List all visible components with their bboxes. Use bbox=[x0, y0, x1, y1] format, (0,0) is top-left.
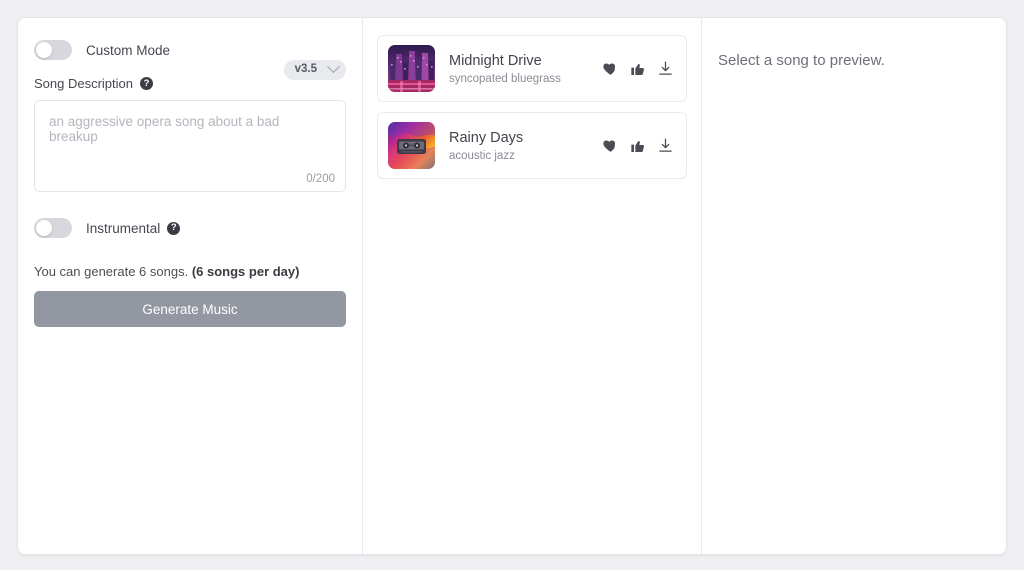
song-list-panel: Midnight Drive syncopated bluegrass Rain… bbox=[363, 18, 701, 554]
custom-mode-toggle[interactable] bbox=[34, 40, 72, 60]
song-style: syncopated bluegrass bbox=[449, 73, 561, 86]
song-actions bbox=[602, 137, 676, 154]
quota-text: You can generate 6 songs. bbox=[34, 264, 189, 279]
quota-message: You can generate 6 songs. (6 songs per d… bbox=[34, 264, 346, 279]
instrumental-row: Instrumental ? bbox=[34, 216, 346, 240]
song-info: Rainy Days acoustic jazz bbox=[449, 129, 602, 162]
song-description-field: 0/200 bbox=[34, 100, 346, 192]
cassette-tape-thumbnail bbox=[388, 122, 435, 169]
custom-mode-label: Custom Mode bbox=[86, 42, 171, 58]
thumbs-up-icon[interactable] bbox=[630, 138, 646, 154]
preview-empty-message: Select a song to preview. bbox=[718, 52, 885, 69]
song-actions bbox=[602, 60, 676, 77]
song-description-input[interactable] bbox=[35, 101, 345, 191]
question-mark-icon[interactable]: ? bbox=[167, 221, 181, 235]
heart-icon[interactable] bbox=[602, 137, 619, 154]
song-list-item[interactable]: Midnight Drive syncopated bluegrass bbox=[377, 35, 687, 102]
song-title: Rainy Days bbox=[449, 129, 524, 146]
song-list-item[interactable]: Rainy Days acoustic jazz bbox=[377, 112, 687, 179]
custom-mode-row: Custom Mode bbox=[34, 38, 346, 62]
heart-icon[interactable] bbox=[602, 60, 619, 77]
thumbs-up-icon[interactable] bbox=[630, 61, 646, 77]
quota-emphasis: (6 songs per day) bbox=[191, 264, 300, 279]
neon-cityscape-thumbnail bbox=[388, 45, 435, 92]
model-version-label: v3.5 bbox=[294, 63, 317, 75]
instrumental-toggle[interactable] bbox=[34, 218, 72, 238]
generate-music-button[interactable]: Generate Music bbox=[34, 291, 346, 327]
preview-panel: Select a song to preview. bbox=[702, 18, 1006, 554]
question-mark-icon[interactable]: ? bbox=[140, 77, 153, 90]
song-creation-panel: Custom Mode v3.5 Song Description ? 0/20… bbox=[18, 18, 362, 554]
download-icon[interactable] bbox=[657, 60, 674, 77]
toggle-knob bbox=[36, 220, 52, 236]
download-icon[interactable] bbox=[657, 137, 674, 154]
song-info: Midnight Drive syncopated bluegrass bbox=[449, 52, 602, 85]
chevron-down-icon bbox=[327, 60, 340, 74]
toggle-knob bbox=[36, 42, 52, 58]
song-title: Midnight Drive bbox=[449, 52, 542, 69]
character-counter: 0/200 bbox=[306, 173, 335, 185]
model-version-dropdown[interactable]: v3.5 bbox=[283, 60, 346, 80]
song-style: acoustic jazz bbox=[449, 150, 515, 163]
song-description-label: Song Description bbox=[34, 76, 133, 91]
instrumental-label-group: Instrumental ? bbox=[86, 220, 181, 236]
instrumental-label: Instrumental bbox=[86, 220, 161, 236]
app-window: Custom Mode v3.5 Song Description ? 0/20… bbox=[17, 17, 1007, 555]
